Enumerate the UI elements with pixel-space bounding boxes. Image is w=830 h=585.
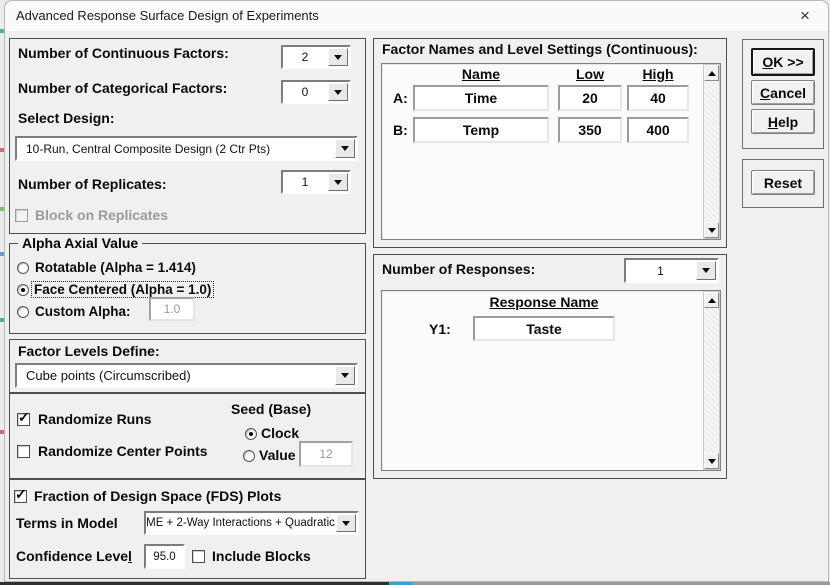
- custom-alpha-input[interactable]: 1.0: [149, 297, 195, 321]
- seed-value-text: 12: [319, 447, 332, 461]
- scroll-down-button[interactable]: [704, 453, 719, 469]
- factor-levels-combobox[interactable]: Cube points (Circumscribed): [15, 363, 358, 388]
- seed-clock-radio[interactable]: [245, 428, 257, 440]
- dropdown-button[interactable]: [328, 83, 348, 101]
- select-design-label: Select Design:: [18, 111, 114, 126]
- terms-in-model-combobox[interactable]: ME + 2-Way Interactions + Quadratic: [144, 511, 359, 535]
- dialog-advanced-rsm-doe: Advanced Response Surface Design of Expe…: [4, 0, 829, 582]
- column-header-name: Name: [413, 66, 549, 82]
- dropdown-button[interactable]: [335, 139, 355, 158]
- factor-low-input-a[interactable]: 20: [558, 85, 622, 111]
- scroll-up-button[interactable]: [704, 292, 719, 308]
- continuous-factors-label: Number of Continuous Factors:: [18, 46, 229, 61]
- factor-levels-label: Factor Levels Define:: [18, 344, 160, 359]
- randomize-runs-checkbox[interactable]: ✓: [17, 413, 30, 426]
- dropdown-button[interactable]: [336, 514, 356, 532]
- dialog-title: Advanced Response Surface Design of Expe…: [16, 8, 319, 23]
- title-bar: Advanced Response Surface Design of Expe…: [5, 1, 828, 31]
- scroll-up-icon: [708, 71, 716, 76]
- factor-low-input-b[interactable]: 350: [558, 117, 622, 143]
- categorical-factors-label: Number of Categorical Factors:: [18, 81, 227, 96]
- dropdown-arrow-icon: [341, 146, 349, 151]
- block-on-replicates-label: Block on Replicates: [35, 208, 168, 223]
- factor-row-id: B:: [393, 123, 408, 138]
- continuous-factors-value: 2: [283, 47, 327, 67]
- response-name-input-y1[interactable]: Taste: [473, 316, 615, 341]
- factor-name-input-b[interactable]: Temp: [413, 117, 549, 143]
- dropdown-button[interactable]: [328, 48, 348, 66]
- column-header-low: Low: [558, 66, 622, 82]
- check-icon: ✓: [15, 487, 27, 501]
- face-centered-radio[interactable]: [17, 284, 29, 296]
- cancel-button[interactable]: Cancel: [751, 80, 815, 105]
- terms-in-model-value: ME + 2-Way Interactions + Quadratic: [146, 513, 335, 533]
- custom-alpha-radio[interactable]: [17, 306, 29, 318]
- scroll-up-icon: [708, 298, 716, 303]
- dropdown-arrow-icon: [334, 90, 342, 95]
- scroll-down-icon: [708, 459, 716, 464]
- replicates-value: 1: [283, 172, 327, 192]
- dropdown-button[interactable]: [328, 173, 348, 191]
- factor-table-scrollbar[interactable]: [703, 64, 720, 239]
- column-header-response-name: Response Name: [473, 294, 615, 310]
- response-row-id: Y1:: [429, 322, 451, 337]
- check-icon: ✓: [18, 410, 30, 424]
- dropdown-arrow-icon: [334, 55, 342, 60]
- dropdown-arrow-icon: [702, 268, 710, 273]
- confidence-level-value: 95.0: [153, 551, 175, 563]
- factor-name-input-a[interactable]: Time: [413, 85, 549, 111]
- terms-in-model-label: Terms in Model: [16, 516, 118, 531]
- dropdown-arrow-icon: [341, 373, 349, 378]
- categorical-factors-combobox[interactable]: 0: [281, 80, 351, 104]
- response-table-scrollbar[interactable]: [703, 291, 720, 470]
- randomize-center-points-label[interactable]: Randomize Center Points: [38, 444, 208, 459]
- select-design-value: 10-Run, Central Composite Design (2 Ctr …: [17, 138, 334, 159]
- scroll-up-button[interactable]: [704, 65, 719, 81]
- alpha-axial-value-legend: Alpha Axial Value: [18, 235, 142, 251]
- factor-high-input-b[interactable]: 400: [627, 117, 689, 143]
- number-of-responses-label: Number of Responses:: [382, 262, 535, 277]
- randomize-runs-label[interactable]: Randomize Runs: [38, 412, 152, 427]
- face-centered-label[interactable]: Face Centered (Alpha = 1.0): [32, 282, 213, 297]
- categorical-factors-value: 0: [283, 82, 327, 102]
- factor-high-input-a[interactable]: 40: [627, 85, 689, 111]
- replicates-label: Number of Replicates:: [18, 177, 167, 192]
- custom-alpha-label[interactable]: Custom Alpha:: [35, 304, 131, 319]
- rotatable-label[interactable]: Rotatable (Alpha = 1.414): [35, 260, 196, 275]
- seed-value-input[interactable]: 12: [299, 441, 353, 467]
- fds-plots-checkbox[interactable]: ✓: [14, 490, 27, 503]
- ok-button[interactable]: OK >>: [751, 48, 815, 76]
- confidence-level-label: Confidence Level: [16, 549, 132, 564]
- number-of-responses-value: 1: [626, 260, 695, 281]
- seed-value-radio[interactable]: [243, 450, 255, 462]
- replicates-combobox[interactable]: 1: [281, 170, 351, 194]
- reset-button[interactable]: Reset: [751, 170, 815, 195]
- select-design-combobox[interactable]: 10-Run, Central Composite Design (2 Ctr …: [15, 136, 358, 161]
- factor-levels-value: Cube points (Circumscribed): [17, 365, 334, 386]
- confidence-level-input[interactable]: 95.0: [144, 544, 185, 569]
- block-on-replicates-checkbox[interactable]: [15, 209, 28, 222]
- continuous-factors-combobox[interactable]: 2: [281, 45, 351, 69]
- dropdown-arrow-icon: [342, 521, 350, 526]
- fds-plots-label[interactable]: Fraction of Design Space (FDS) Plots: [34, 489, 281, 504]
- include-blocks-checkbox[interactable]: [192, 550, 205, 563]
- help-button[interactable]: Help: [751, 109, 815, 134]
- factor-row-id: A:: [393, 91, 408, 106]
- dropdown-arrow-icon: [334, 180, 342, 185]
- seed-clock-label[interactable]: Clock: [261, 426, 299, 441]
- include-blocks-label[interactable]: Include Blocks: [212, 549, 311, 564]
- seed-base-label: Seed (Base): [231, 402, 311, 417]
- column-header-high: High: [625, 66, 691, 82]
- seed-value-label[interactable]: Value: [259, 448, 296, 463]
- close-icon[interactable]: ×: [794, 5, 816, 27]
- randomize-center-points-checkbox[interactable]: [17, 445, 30, 458]
- number-of-responses-combobox[interactable]: 1: [624, 258, 719, 283]
- scroll-down-button[interactable]: [704, 222, 719, 238]
- rotatable-radio[interactable]: [17, 262, 29, 274]
- dropdown-button[interactable]: [696, 261, 716, 280]
- custom-alpha-value: 1.0: [164, 302, 181, 316]
- scroll-down-icon: [708, 228, 716, 233]
- dropdown-button[interactable]: [335, 366, 355, 385]
- factor-names-label: Factor Names and Level Settings (Continu…: [382, 42, 698, 57]
